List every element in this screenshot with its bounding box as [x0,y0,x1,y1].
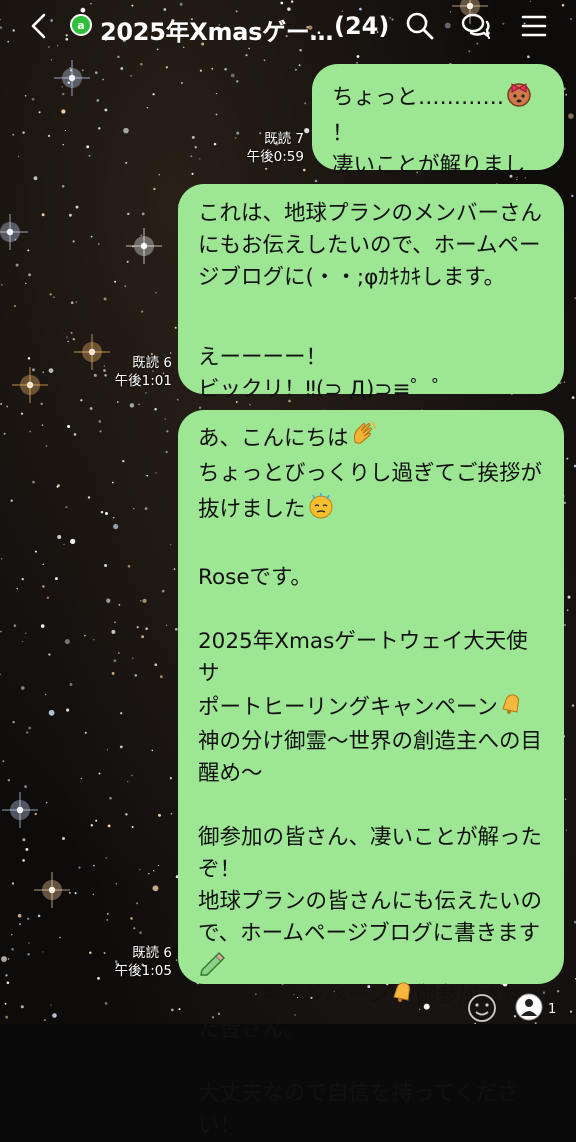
message-meta: 既読 7 午後0:59 [226,130,304,166]
message-line: で、ホームページブログに書きます [198,921,541,946]
message-line: あ、こんにちは [198,420,544,458]
read-receipt: 既読 6 [132,355,172,371]
message-line: Roseです。 [198,565,312,590]
message-time: 午後1:01 [114,373,172,389]
group-icon-letter: a [77,18,85,32]
message-line: 醒め〜 [198,761,263,786]
message-line [198,950,544,978]
message-line [198,594,544,626]
message-line [198,294,544,326]
message-line: い！ [198,1113,242,1138]
read-receipt: 既読 6 [132,945,172,961]
message-line: 大丈夫なので自信を持ってくださ [198,1081,519,1106]
message-line [198,790,544,822]
message-bubble[interactable]: ちょっと…………！ 凄いことが解りました [312,64,564,210]
message-line: ちょっと…………！ [332,78,544,150]
message-line [198,326,544,342]
message-line: ちょっとびっくりし過ぎてご挨拶が [198,461,543,486]
message-line: 御参加の皆さん、凄いことが解った [198,825,543,850]
message-line [198,1046,544,1078]
message-bubble[interactable]: これは、地球プランのメンバーさん にもお伝えしたいので、ホームペー ジブログに(… [178,184,564,402]
message-line: 地球プランの皆さんにも伝えたいの [198,889,543,914]
read-receipt: 既読 7 [264,131,304,147]
hamburger-menu-icon[interactable] [518,10,550,42]
member-icon[interactable] [514,992,544,1022]
bell-icon [498,690,524,726]
message-meta: 既読 6 午後1:01 [96,354,172,390]
message-line: ジブログに(・・;φｶｷｶｷします。 [198,265,506,290]
message-time: 午後0:59 [246,149,304,165]
bell-icon [389,978,415,1014]
message-line: えーーーー！ [198,345,328,370]
message-line: ぞ！ [198,857,242,882]
message-line: ポートヒーリングキャンペーン [198,690,544,726]
message-line: ビックリ！‼(⊃ Д)⊃≡゜゜ [198,377,454,402]
waving-hand-icon [349,420,377,458]
message-bubble[interactable]: あ、こんにちは ちょっとびっくりし過ぎてご挨拶が 抜けました Roseです。 2… [178,410,564,1138]
chat-title[interactable]: 2025年Xmasゲー… [100,12,334,47]
message-line [198,530,544,562]
chat-bubbles-icon[interactable] [460,10,492,42]
message-line: にもお伝えしたいので、ホームペー [198,233,541,258]
message-meta: 既読 6 午後1:05 [96,944,172,980]
message-line: これは、地球プランのメンバーさん [198,201,543,226]
sweating-face-icon [306,490,336,530]
message-line: 2025年Xmasゲートウェイ大天使サ [198,629,528,686]
member-badge: 1 [548,1002,557,1017]
message-line: 神の分け御霊〜世界の創造主への目 [198,729,543,754]
chat-header: a 2025年Xmasゲー… (24) [0,0,576,52]
message-time: 午後1:05 [114,963,172,979]
group-icon: a [70,14,92,36]
chevron-left-icon[interactable] [26,12,54,40]
ribbon-face-emoji-icon [504,78,534,118]
member-count: (24) [334,12,390,40]
search-icon[interactable] [404,10,436,42]
message-line: 抜けました [198,490,544,530]
emoji-face-icon[interactable] [466,992,498,1024]
